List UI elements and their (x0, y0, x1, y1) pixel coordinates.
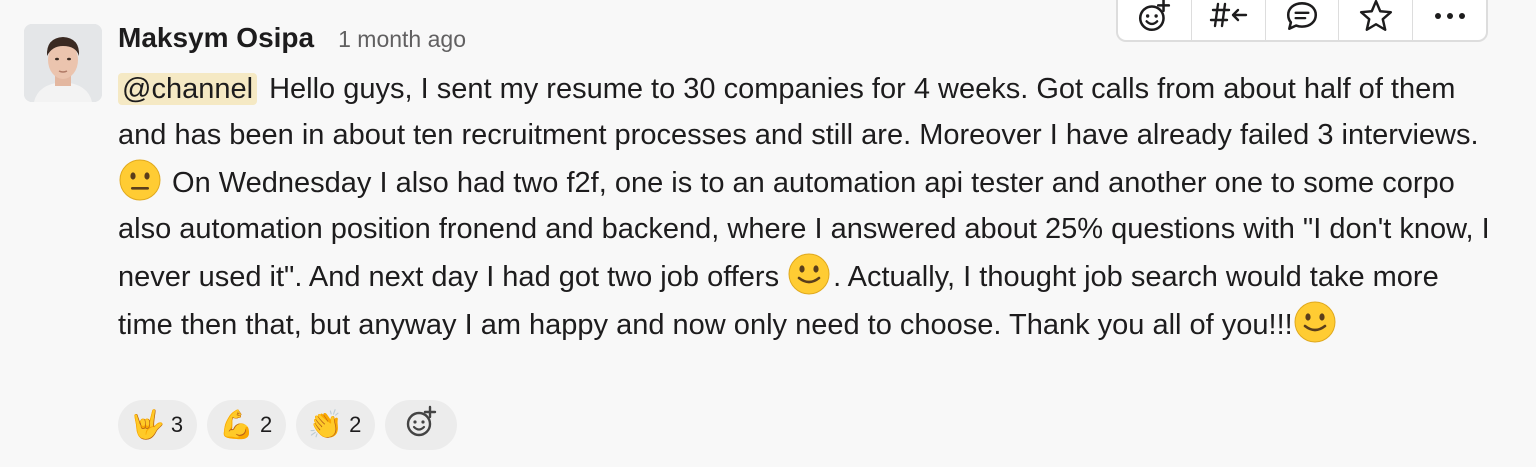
reaction-clapping-hands[interactable]: 👏 2 (296, 400, 376, 450)
channel-mention[interactable]: @channel (118, 73, 258, 105)
reaction-flexed-biceps[interactable]: 💪 2 (207, 400, 287, 450)
add-reaction-tool[interactable] (1118, 0, 1192, 40)
add-reaction-button[interactable] (385, 400, 458, 450)
add-reaction-icon (404, 405, 438, 445)
neutral-face-emoji-icon (118, 158, 164, 202)
star-icon (1358, 0, 1394, 39)
reaction-love-you-gesture[interactable]: 🤟 3 (118, 400, 198, 450)
reply-in-thread-icon (1284, 0, 1320, 39)
message-container: Maksym Osipa 1 month ago @channel Hello … (0, 0, 1536, 467)
save-star-tool[interactable] (1339, 0, 1414, 40)
message-actions-toolbar (1116, 0, 1488, 42)
message-header: Maksym Osipa 1 month ago (118, 22, 466, 62)
reply-in-channel-tool[interactable] (1192, 0, 1266, 40)
message-text-1: Hello guys, I sent my resume to 30 compa… (118, 73, 1479, 151)
more-actions-tool[interactable] (1413, 0, 1486, 40)
reactions-bar: 🤟 3 💪 2 👏 2 (118, 400, 458, 450)
add-reaction-icon (1136, 0, 1172, 39)
reply-in-thread-tool[interactable] (1266, 0, 1340, 40)
more-actions-icon (1432, 9, 1468, 27)
love-you-gesture-icon: 🤟 (130, 408, 165, 441)
slightly-smiling-face-emoji-icon (1293, 300, 1339, 344)
author-name[interactable]: Maksym Osipa (118, 22, 314, 54)
reaction-count: 2 (349, 412, 362, 437)
message-body: @channel Hello guys, I sent my resume to… (118, 66, 1490, 348)
avatar[interactable] (24, 24, 102, 102)
slightly-smiling-face-emoji-icon (787, 252, 833, 296)
reaction-count: 3 (170, 412, 184, 437)
reaction-count: 2 (260, 412, 273, 437)
clapping-hands-icon: 👏 (308, 408, 344, 441)
timestamp[interactable]: 1 month ago (338, 26, 466, 53)
reply-in-channel-icon (1206, 0, 1250, 37)
flexed-biceps-icon: 💪 (219, 408, 254, 441)
